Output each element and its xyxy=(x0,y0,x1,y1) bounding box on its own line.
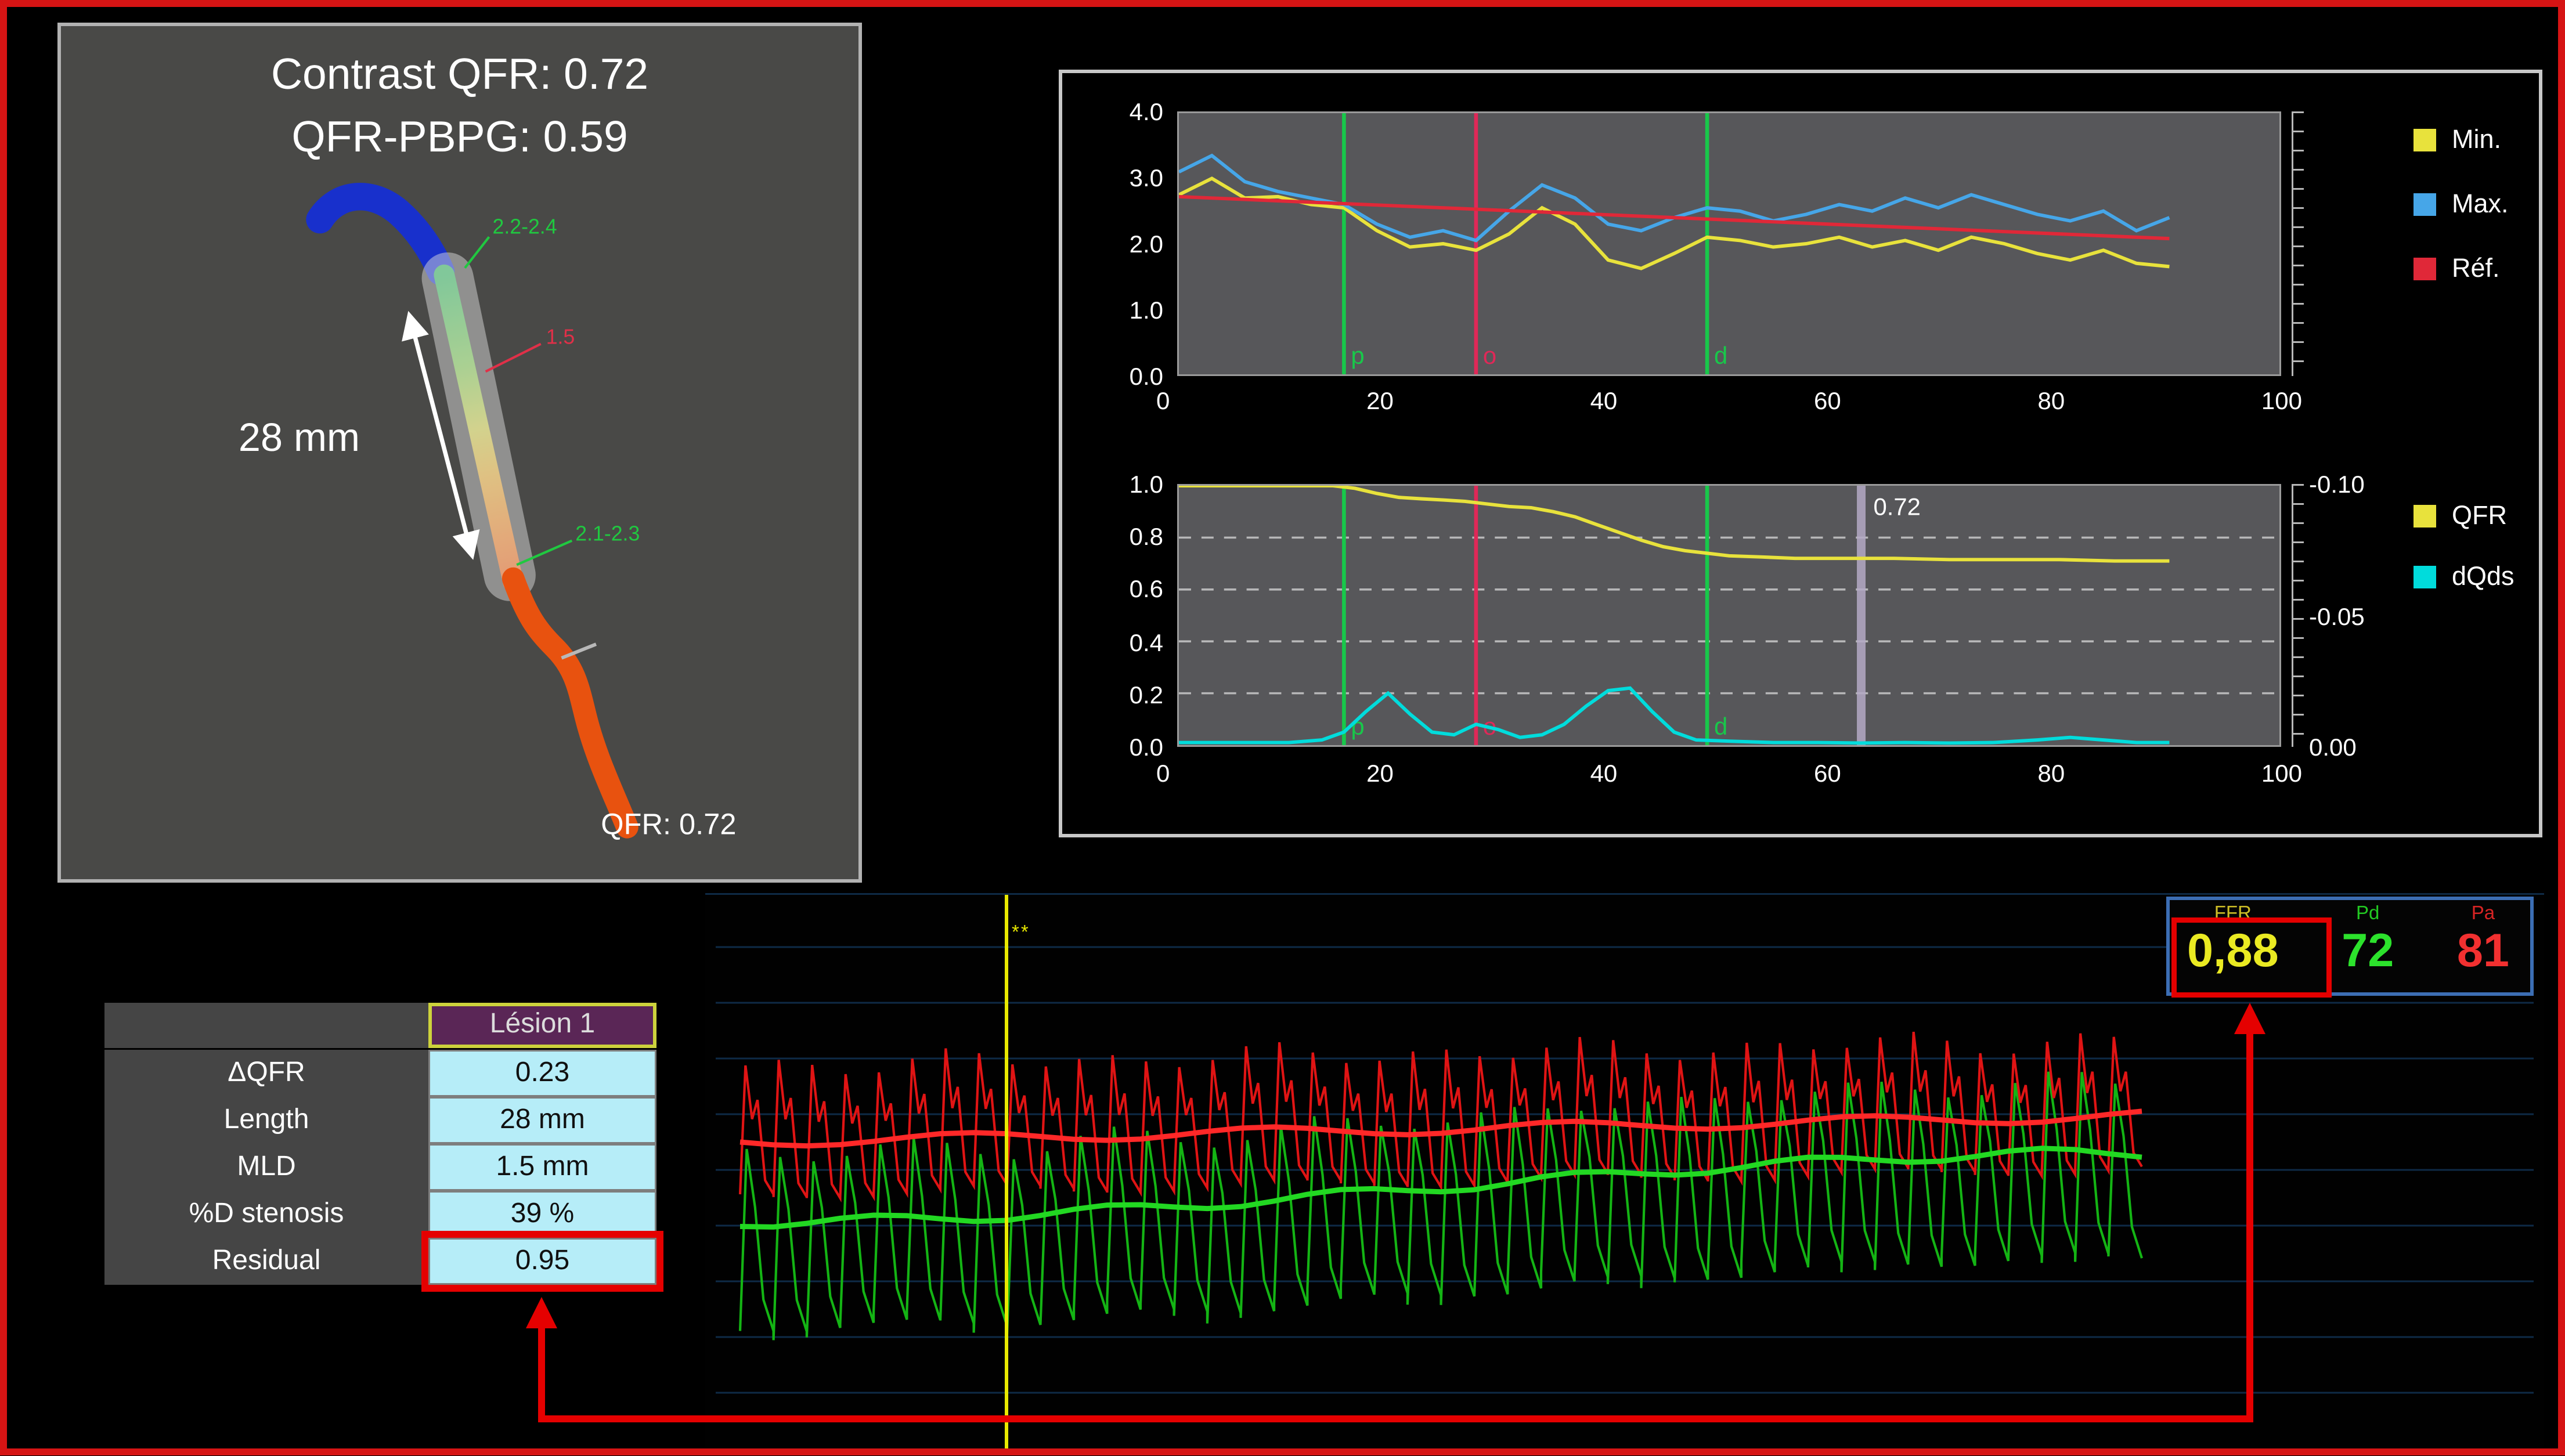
svg-text:0.72: 0.72 xyxy=(1873,493,1920,521)
legend-swatch xyxy=(2414,129,2436,151)
vessel-3d-panel: Contrast QFR: 0.72 QFR-PBPG: 0.59 xyxy=(57,23,862,883)
legend-item-max: Max. xyxy=(2414,190,2509,219)
tick-label: 20 xyxy=(1366,386,1394,414)
legend-item-dqds: dQds xyxy=(2414,562,2515,592)
tick-label: 0 xyxy=(1156,386,1170,414)
row-value-stenosis: 39 % xyxy=(428,1191,656,1238)
tick-label: 40 xyxy=(1590,759,1618,787)
row-value-residual: 0.95 xyxy=(428,1238,656,1285)
row-label-stenosis: %D stenosis xyxy=(104,1191,428,1238)
tick-label: 60 xyxy=(1814,759,1841,787)
svg-text:p: p xyxy=(1351,342,1364,369)
row-label-mld: MLD xyxy=(104,1144,428,1191)
segment-marker-mid-label: 1.5 xyxy=(546,326,575,349)
arrowhead-to-residual xyxy=(526,1297,557,1328)
tick-label: -0.10 xyxy=(2309,470,2400,498)
qfr-chart-x-axis: 0 20 40 60 80 100 xyxy=(1156,759,2302,787)
legend-item-min: Min. xyxy=(2414,125,2509,155)
row-value-mld: 1.5 mm xyxy=(428,1144,656,1191)
tick-label: 80 xyxy=(2037,386,2065,414)
legend-swatch xyxy=(2414,505,2436,528)
tick-label: 4.0 xyxy=(1130,97,1163,125)
marker-leader-mid xyxy=(486,344,541,372)
legend-swatch xyxy=(2414,566,2436,588)
tick-label: 3.0 xyxy=(1130,164,1163,192)
legend-label: Min. xyxy=(2452,125,2501,155)
lesion-header: Lésion 1 xyxy=(428,1003,656,1048)
tick-label: 0.4 xyxy=(1130,628,1163,656)
diameter-chart-canvas[interactable]: pod xyxy=(1179,113,2279,374)
vessel-3d-rendering[interactable]: 2.2-2.4 1.5 2.1-2.3 28 mm QFR: 0.72 xyxy=(61,26,858,879)
pa-label: Pa xyxy=(2472,905,2495,924)
hemodynamics-charts-panel: 4.0 3.0 2.0 1.0 0.0 p o d 0 20 40 60 80 100 Min. Max… xyxy=(1059,70,2542,837)
tick-label: 2.0 xyxy=(1130,230,1163,258)
tick-label: 1.0 xyxy=(1130,470,1163,498)
pa-value-group: Pa 81 xyxy=(2457,904,2509,989)
svg-text:d: d xyxy=(1714,713,1727,740)
tick-label: 0.8 xyxy=(1130,523,1163,551)
row-label-dqfr: ΔQFR xyxy=(104,1050,428,1097)
application-window: Contrast QFR: 0.72 QFR-PBPG: 0.59 xyxy=(0,0,2565,1456)
legend-swatch xyxy=(2414,193,2436,216)
tick-label: 0 xyxy=(1156,759,1170,787)
row-value-dqfr: 0.23 xyxy=(428,1050,656,1097)
lesion-measurements-table: Lésion 1 ΔQFR 0.23 Length 28 mm MLD 1.5 … xyxy=(104,1003,656,1285)
pd-label: Pd xyxy=(2356,905,2379,924)
legend-item-rf: Réf. xyxy=(2414,254,2509,284)
diameter-chart-y-axis: 4.0 3.0 2.0 1.0 0.0 xyxy=(1080,97,1163,390)
segment-marker-bottom-label: 2.1-2.3 xyxy=(575,522,640,545)
tick-label: 100 xyxy=(2261,386,2302,414)
time-cursor-label: ** xyxy=(1012,923,1030,944)
diameter-chart-plot[interactable]: pod xyxy=(1177,111,2281,376)
pd-value-group: Pd 72 xyxy=(2342,904,2394,989)
svg-text:d: d xyxy=(1714,342,1727,369)
qfr-chart-plot[interactable]: pod0.72 xyxy=(1177,484,2281,747)
tick-label: -0.05 xyxy=(2309,602,2400,630)
tick-label: 20 xyxy=(1366,759,1394,787)
qfr-chart-right-axis xyxy=(2292,484,2304,747)
vessel-qfr-result: QFR: 0.72 xyxy=(601,807,736,840)
time-cursor[interactable]: ** xyxy=(1005,895,1008,1448)
ffr-highlight-box xyxy=(2171,917,2332,998)
lesion-length-label: 28 mm xyxy=(239,416,360,460)
svg-text:o: o xyxy=(1483,342,1496,369)
tick-label: 100 xyxy=(2261,759,2302,787)
vessel-proximal-segment xyxy=(320,197,441,272)
row-label-residual: Residual xyxy=(104,1238,428,1285)
tick-label: 0.2 xyxy=(1130,680,1163,708)
tick-label: 60 xyxy=(1814,386,1841,414)
diameter-chart-right-axis xyxy=(2292,111,2304,376)
qfr-chart-legend: QFR dQds xyxy=(2414,501,2515,592)
diameter-chart-legend: Min. Max. Réf. xyxy=(2414,125,2509,284)
stent-tube xyxy=(448,279,510,576)
row-value-length: 28 mm xyxy=(428,1097,656,1144)
pa-value: 81 xyxy=(2457,928,2509,975)
marker-leader-top xyxy=(465,237,489,268)
qfr-chart-canvas[interactable]: pod0.72 xyxy=(1179,486,2279,745)
tick-label: 0.0 xyxy=(1130,362,1163,390)
tick-label: 0.6 xyxy=(1130,575,1163,603)
legend-swatch xyxy=(2414,258,2436,280)
segment-marker-top-label: 2.2-2.4 xyxy=(493,215,557,238)
tick-label: 0.0 xyxy=(1130,733,1163,761)
tick-label: 80 xyxy=(2037,759,2065,787)
table-spacer xyxy=(104,1003,428,1048)
pd-value: 72 xyxy=(2342,928,2394,975)
tick-label: 40 xyxy=(1590,386,1618,414)
legend-label: QFR xyxy=(2452,501,2507,531)
diameter-chart-x-axis: 0 20 40 60 80 100 xyxy=(1156,386,2302,414)
qfr-chart-y-axis: 1.0 0.8 0.6 0.4 0.2 0.0 xyxy=(1080,470,1163,761)
row-label-length: Length xyxy=(104,1097,428,1144)
legend-label: dQds xyxy=(2452,562,2515,592)
legend-label: Max. xyxy=(2452,190,2509,219)
vessel-distal-segment xyxy=(513,579,627,827)
qfr-analysis-screen: Contrast QFR: 0.72 QFR-PBPG: 0.59 xyxy=(0,0,2565,1456)
legend-label: Réf. xyxy=(2452,254,2500,284)
tick-label: 0.00 xyxy=(2309,733,2400,761)
tick-label: 1.0 xyxy=(1130,296,1163,324)
legend-item-qfr: QFR xyxy=(2414,501,2515,531)
dqds-axis-labels: -0.10 -0.05 0.00 xyxy=(2309,470,2400,761)
